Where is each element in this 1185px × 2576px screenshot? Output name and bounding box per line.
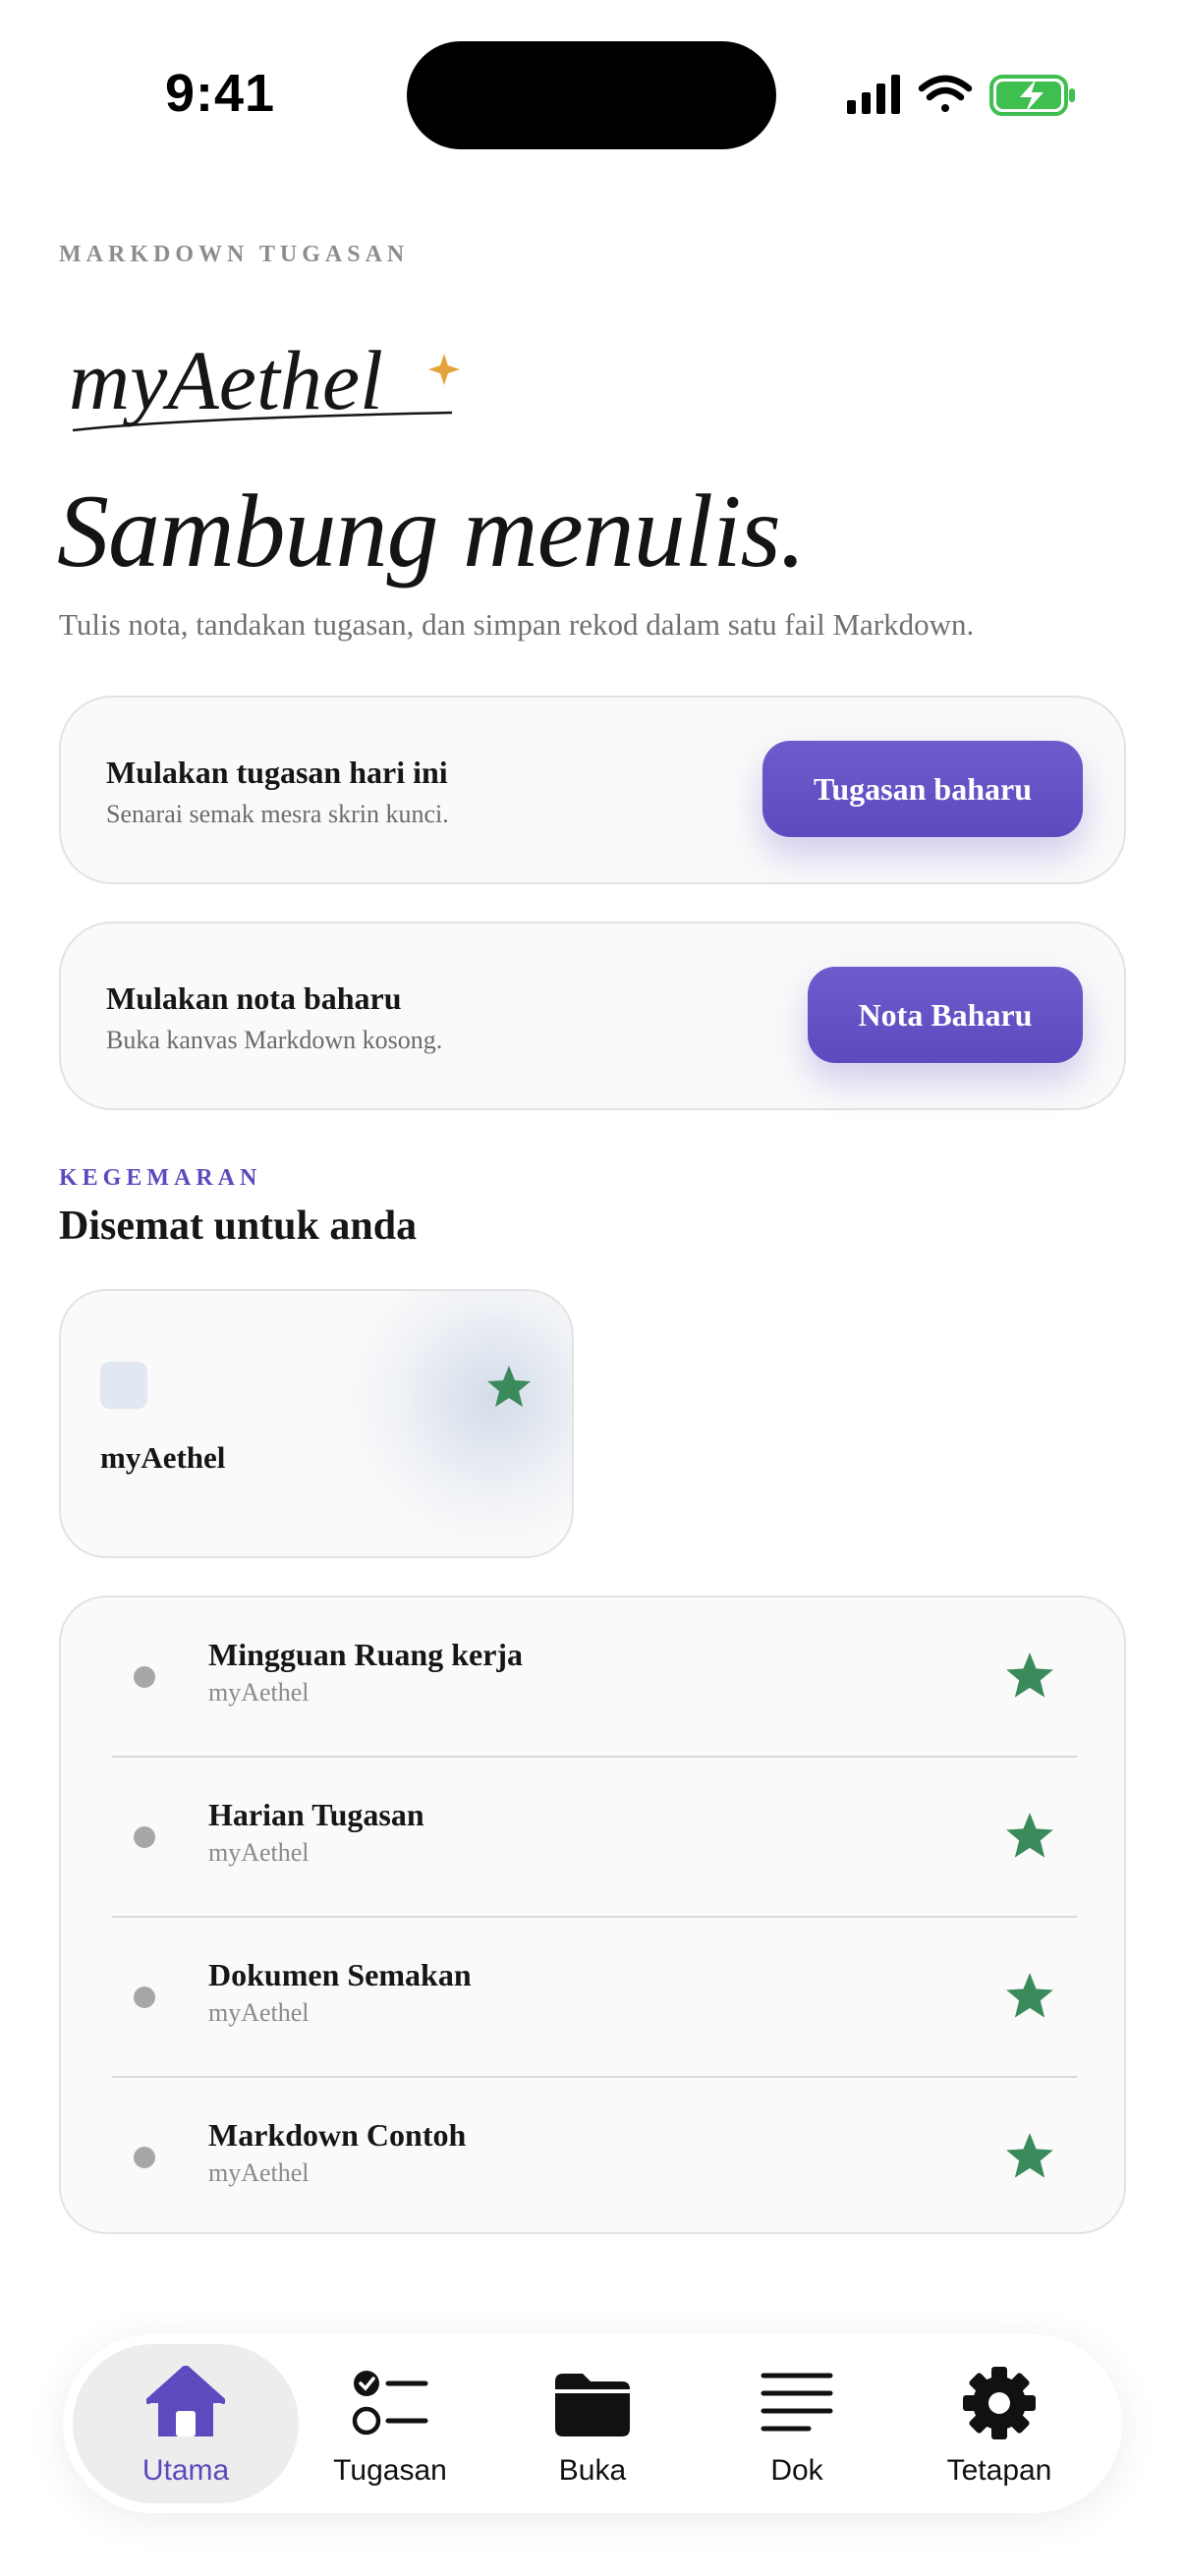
favorites-title: Disemat untuk anda (59, 1204, 418, 1249)
list-item-title: Markdown Contoh (208, 2117, 467, 2153)
start-note-title: Mulakan nota baharu (106, 980, 402, 1016)
folder-icon (555, 2374, 630, 2436)
tab-settings[interactable]: Tetapan (886, 2344, 1112, 2503)
list-item-workspace: myAethel (208, 2158, 310, 2187)
page-eyebrow: MARKDOWN TUGASAN (59, 242, 410, 267)
start-tasks-title: Mulakan tugasan hari ini (106, 755, 448, 790)
favorites-eyebrow: KEGEMARAN (59, 1165, 262, 1191)
list-item-workspace: myAethel (208, 1678, 310, 1707)
star-icon[interactable] (1004, 1651, 1055, 1702)
gear-icon (963, 2367, 1036, 2439)
list-item[interactable]: Dokumen Semakan myAethel (61, 1918, 1128, 2078)
battery-charging-icon (989, 75, 1075, 116)
brand-logo: myAethel (69, 333, 460, 432)
star-icon[interactable] (485, 1364, 533, 1411)
start-note-card: Mulakan nota baharu Buka kanvas Markdown… (59, 922, 1126, 1110)
tab-docs[interactable]: Dok (684, 2344, 910, 2503)
home-icon (146, 2366, 225, 2436)
tab-settings-label: Tetapan (946, 2454, 1052, 2487)
document-thumbnail-icon (100, 1362, 147, 1409)
tab-open-label: Buka (558, 2454, 627, 2487)
wifi-icon (918, 75, 973, 112)
pinned-card-name: myAethel (100, 1440, 226, 1475)
list-item-title: Harian Tugasan (208, 1797, 424, 1832)
start-tasks-desc: Senarai semak mesra skrin kunci. (106, 800, 449, 828)
bullet-dot-icon (134, 2147, 155, 2168)
favorites-list: Mingguan Ruang kerja myAethel Harian Tug… (59, 1596, 1126, 2234)
list-item-title: Dokumen Semakan (208, 1957, 472, 1992)
document-lines-icon (761, 2373, 833, 2432)
start-tasks-card: Mulakan tugasan hari ini Senarai semak m… (59, 696, 1126, 884)
bullet-dot-icon (134, 1666, 155, 1688)
pinned-card[interactable]: myAethel (59, 1289, 574, 1558)
status-time: 9:41 (165, 64, 276, 123)
tab-home-label: Utama (141, 2454, 230, 2487)
signal-icon (847, 75, 900, 114)
tab-docs-label: Dok (770, 2454, 823, 2487)
star-icon[interactable] (1004, 2131, 1055, 2182)
tab-home[interactable]: Utama (73, 2344, 299, 2503)
list-item-workspace: myAethel (208, 1838, 310, 1867)
list-item-title: Mingguan Ruang kerja (208, 1637, 524, 1672)
start-note-desc: Buka kanvas Markdown kosong. (106, 1026, 443, 1054)
page-subtitle: Tulis nota, tandakan tugasan, dan simpan… (59, 607, 975, 642)
tab-open[interactable]: Buka (480, 2344, 705, 2503)
tab-tasks[interactable]: Tugasan (277, 2344, 503, 2503)
sparkle-icon (428, 354, 460, 385)
new-note-button[interactable]: Nota Baharu (808, 967, 1083, 1063)
list-item[interactable]: Markdown Contoh myAethel (61, 2078, 1128, 2238)
new-task-button[interactable]: Tugasan baharu (762, 741, 1083, 837)
status-icons (847, 75, 1075, 116)
bullet-dot-icon (134, 1987, 155, 2008)
tab-bar: Utama Tugasan Buka Dok Tetapan (63, 2334, 1122, 2513)
tab-tasks-label: Tugasan (333, 2454, 447, 2487)
bullet-dot-icon (134, 1826, 155, 1848)
list-item[interactable]: Harian Tugasan myAethel (61, 1758, 1128, 1918)
page-title: Sambung menulis. (57, 474, 806, 588)
list-item[interactable]: Mingguan Ruang kerja myAethel (61, 1597, 1128, 1758)
list-item-workspace: myAethel (208, 1998, 310, 2027)
brand-wordmark: myAethel (69, 333, 383, 427)
dynamic-island (407, 41, 776, 149)
card-glow (346, 1291, 572, 1546)
tasks-icon (352, 2371, 428, 2436)
star-icon[interactable] (1004, 1811, 1055, 1862)
star-icon[interactable] (1004, 1971, 1055, 2022)
